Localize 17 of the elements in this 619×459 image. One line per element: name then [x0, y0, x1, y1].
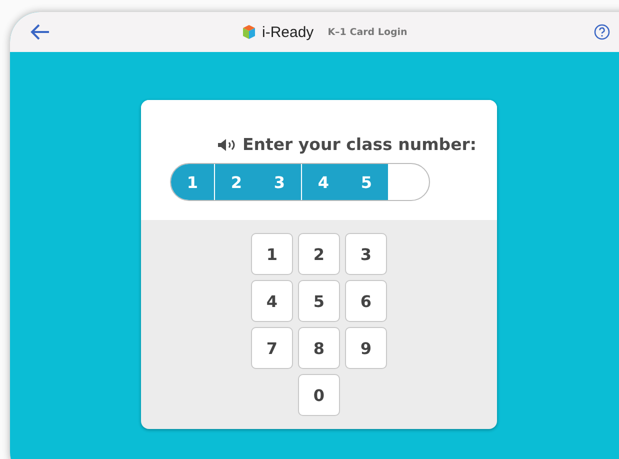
keypad-key[interactable]: 4	[251, 280, 293, 322]
page-title: K–1 Card Login	[328, 26, 408, 38]
keypad-key[interactable]: 8	[298, 327, 340, 369]
keypad-key[interactable]: 2	[298, 233, 340, 275]
prompt-text: Enter your class number:	[242, 135, 477, 154]
brand-name: i-Ready	[262, 24, 314, 40]
keypad-key[interactable]: 5	[298, 280, 340, 322]
keypad-key[interactable]: 9	[345, 327, 387, 369]
keypad-key[interactable]: 1	[251, 233, 293, 275]
back-arrow-icon[interactable]	[30, 23, 50, 41]
speaker-icon[interactable]	[217, 138, 236, 152]
cube-logo-icon	[242, 24, 256, 40]
help-icon[interactable]	[594, 24, 610, 40]
keypad-key[interactable]: 6	[345, 280, 387, 322]
keypad-key[interactable]: 0	[298, 374, 340, 416]
keypad-key[interactable]: 7	[251, 327, 293, 369]
keypad-key[interactable]: 3	[345, 233, 387, 275]
